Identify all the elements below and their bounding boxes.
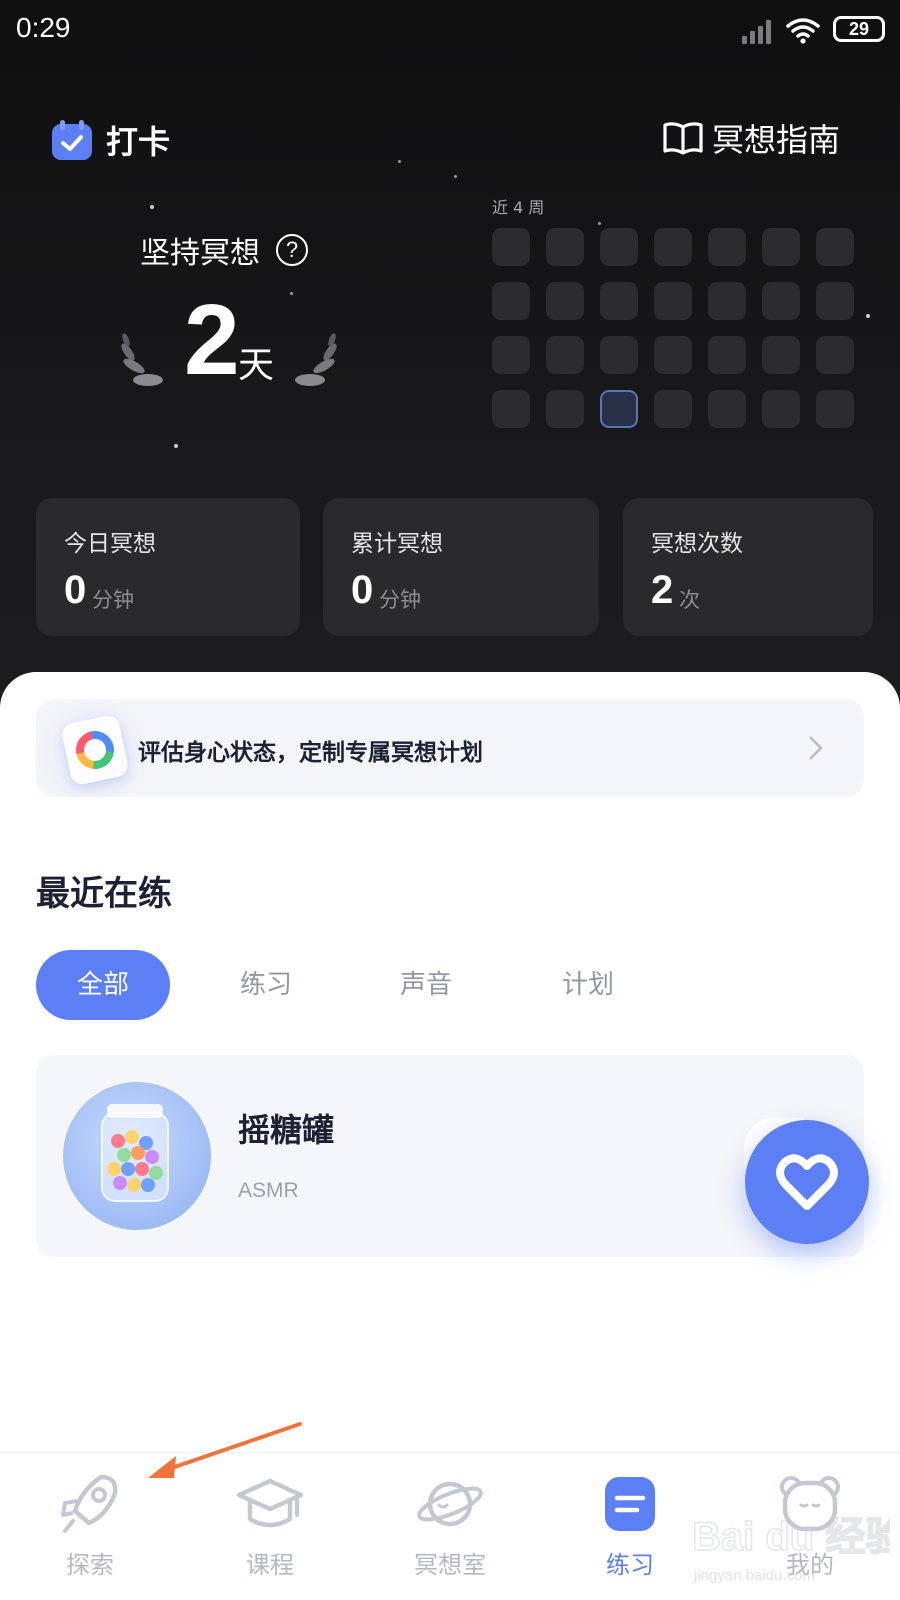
calendar-day-cell (708, 336, 746, 374)
practice-icon (605, 1477, 655, 1531)
tab-plan[interactable]: 计划 (528, 950, 648, 1020)
star-decoration (598, 222, 601, 225)
book-icon (663, 122, 703, 155)
calendar-day-cell (546, 228, 584, 266)
calendar-day-cell (708, 390, 746, 428)
stat-unit: 分钟 (92, 588, 134, 612)
calendar-check-icon (52, 120, 92, 160)
recent-item-title: 摇糖罐 (238, 1111, 335, 1149)
calendar-day-cell (762, 390, 800, 428)
checkin-calendar-grid (492, 228, 856, 432)
calendar-day-cell (546, 390, 584, 428)
nav-label: 课程 (246, 1551, 294, 1579)
watermark-brand: Bai du 经验 (692, 1515, 890, 1559)
calendar-day-cell (816, 336, 854, 374)
calendar-day-cell (492, 390, 530, 428)
calendar-day-cell (600, 228, 638, 266)
recent-item-subtitle: ASMR (238, 1179, 299, 1202)
streak-heading: 坚持冥想 ? (140, 228, 308, 272)
calendar-day-cell (708, 282, 746, 320)
checkin-button[interactable]: 打卡 (50, 116, 170, 164)
assessment-card-icon (60, 713, 130, 787)
meditation-guide-button[interactable]: 冥想指南 (662, 110, 862, 166)
meditation-guide-label: 冥想指南 (712, 121, 841, 159)
baidu-paw-logo: Bai du 经验 jingyan.baidu.com (691, 1514, 900, 1584)
rocket-icon (61, 1474, 118, 1533)
favorites-fab[interactable] (745, 1120, 869, 1244)
calendar-day-cell (816, 228, 854, 266)
tab-sound[interactable]: 声音 (366, 950, 486, 1020)
calendar-day-cell (546, 282, 584, 320)
calendar-day-cell (654, 336, 692, 374)
stat-value: 0 (64, 568, 87, 612)
calendar-day-cell-today (600, 390, 638, 428)
stat-unit: 分钟 (379, 588, 421, 612)
calendar-day-cell (816, 282, 854, 320)
status-time: 0:29 (16, 12, 71, 43)
laurel-right-icon (295, 333, 337, 386)
streak-days-unit: 天 (238, 345, 275, 386)
calendar-day-cell (492, 228, 530, 266)
chevron-right-icon (809, 736, 823, 760)
recent-item-card[interactable]: 摇糖罐 ASMR (36, 1055, 864, 1257)
annotation-arrow-icon (148, 1422, 302, 1478)
calendar-day-cell (654, 228, 692, 266)
stat-value: 2 (651, 568, 674, 612)
nav-item-meditation-room[interactable]: 冥想室 (360, 1453, 540, 1600)
laurel-left-icon (121, 333, 163, 386)
signal-icon (742, 18, 776, 44)
checkin-label: 打卡 (106, 123, 171, 161)
star-decoration (150, 205, 154, 209)
stat-title: 冥想次数 (651, 531, 743, 557)
nav-label: 探索 (66, 1551, 114, 1579)
planet-icon (417, 1481, 483, 1527)
calendar-day-cell (600, 282, 638, 320)
recent-weeks-label: 近 4 周 (492, 198, 545, 217)
calendar-day-cell (600, 336, 638, 374)
help-icon[interactable]: ? (276, 234, 308, 266)
stat-title: 累计冥想 (351, 531, 443, 557)
star-decoration (454, 175, 457, 178)
heart-icon (776, 1154, 838, 1210)
candy-jar-thumbnail (63, 1082, 211, 1230)
baidu-watermark: Bai du 经验 jingyan.baidu.com (690, 1500, 900, 1590)
stat-card-total: 累计冥想 0 分钟 (323, 498, 599, 636)
stat-title: 今日冥想 (64, 531, 156, 557)
calendar-day-cell (546, 336, 584, 374)
wifi-icon (786, 18, 820, 44)
section-title-recent: 最近在练 (36, 874, 172, 914)
calendar-day-cell (492, 282, 530, 320)
star-decoration (174, 444, 178, 448)
calendar-day-cell (816, 390, 854, 428)
calendar-day-cell (762, 282, 800, 320)
stat-value: 0 (351, 568, 374, 612)
star-decoration (866, 314, 870, 318)
calendar-day-cell (762, 336, 800, 374)
calendar-day-cell (762, 228, 800, 266)
assessment-banner[interactable]: 评估身心状态，定制专属冥想计划 (36, 699, 864, 797)
calendar-day-cell (654, 282, 692, 320)
star-decoration (398, 160, 401, 163)
nav-label: 冥想室 (414, 1551, 486, 1579)
status-bar: 0:29 29 (0, 0, 900, 62)
calendar-day-cell (708, 228, 746, 266)
assessment-illustration (36, 699, 148, 797)
calendar-day-cell (492, 336, 530, 374)
watermark-url: jingyan.baidu.com (693, 1567, 815, 1584)
tab-practice[interactable]: 练习 (206, 950, 326, 1020)
calendar-day-cell (654, 390, 692, 428)
stat-card-today: 今日冥想 0 分钟 (36, 498, 300, 636)
tab-all[interactable]: 全部 (36, 950, 170, 1020)
battery-indicator: 29 (833, 16, 885, 42)
stat-unit: 次 (679, 588, 700, 612)
streak-days-value: 2 (184, 284, 240, 396)
stat-card-sessions: 冥想次数 2 次 (623, 498, 873, 636)
assessment-banner-text: 评估身心状态，定制专属冥想计划 (138, 740, 483, 766)
streak-label: 坚持冥想 (140, 236, 260, 271)
streak-counter: 2 天 (118, 290, 348, 400)
